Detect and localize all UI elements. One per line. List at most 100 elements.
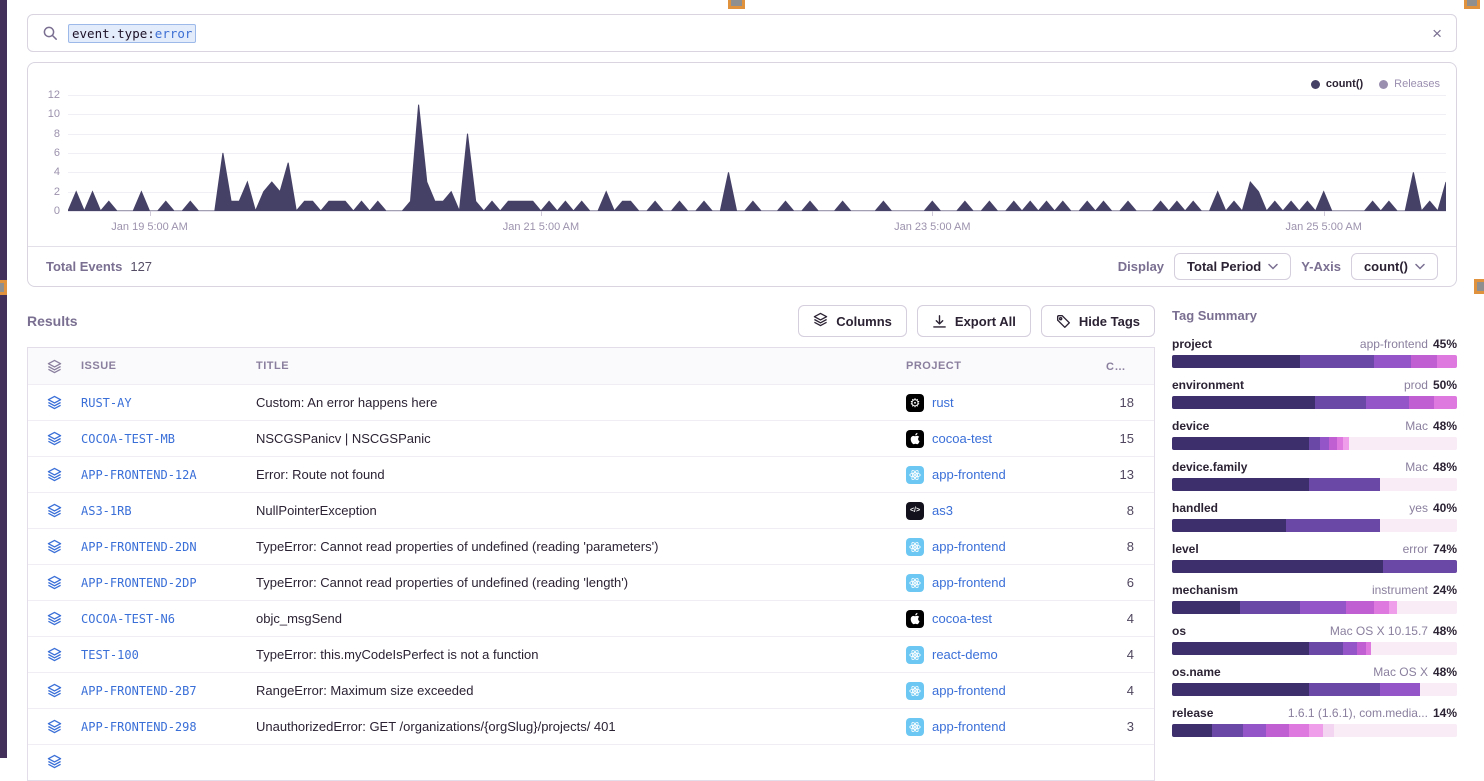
tag-bar-segment[interactable]: [1172, 478, 1309, 491]
tag-bar-segment[interactable]: [1380, 478, 1457, 491]
tag-bar-segment[interactable]: [1289, 724, 1309, 737]
project-link[interactable]: app-frontend: [932, 683, 1006, 698]
search-clear-icon[interactable]: ×: [1432, 25, 1442, 42]
tag-bar-segment[interactable]: [1240, 601, 1300, 614]
tag-distribution-bar[interactable]: [1172, 437, 1457, 450]
tag-bar-segment[interactable]: [1371, 642, 1457, 655]
issue-stack-icon[interactable]: [28, 539, 81, 554]
legend-item-releases[interactable]: Releases: [1379, 78, 1440, 90]
tag-distribution-bar[interactable]: [1172, 396, 1457, 409]
tag-bar-segment[interactable]: [1366, 396, 1409, 409]
search-query-token[interactable]: event.type:error: [68, 24, 196, 43]
tag-bar-segment[interactable]: [1434, 396, 1457, 409]
column-header-project[interactable]: PROJECT: [906, 360, 1106, 372]
tag-bar-segment[interactable]: [1343, 642, 1357, 655]
tag-bar-segment[interactable]: [1172, 396, 1315, 409]
issue-link[interactable]: APP-FRONTEND-2DP: [81, 576, 197, 590]
issue-stack-icon[interactable]: [28, 719, 81, 734]
tag-bar-segment[interactable]: [1320, 437, 1329, 450]
tag-bar-segment[interactable]: [1374, 601, 1388, 614]
tag-bar-segment[interactable]: [1411, 355, 1437, 368]
project-link[interactable]: cocoa-test: [932, 611, 992, 626]
project-link[interactable]: as3: [932, 503, 953, 518]
project-link[interactable]: cocoa-test: [932, 431, 992, 446]
project-link[interactable]: rust: [932, 395, 954, 410]
tag-bar-segment[interactable]: [1346, 601, 1375, 614]
issue-stack-icon[interactable]: [28, 647, 81, 662]
column-header-title[interactable]: TITLE: [256, 360, 906, 372]
tag-bar-segment[interactable]: [1172, 601, 1240, 614]
tag-bar-segment[interactable]: [1334, 724, 1457, 737]
issue-stack-icon[interactable]: [28, 503, 81, 518]
tag-bar-segment[interactable]: [1286, 519, 1380, 532]
project-link[interactable]: app-frontend: [932, 575, 1006, 590]
search-bar[interactable]: event.type:error ×: [27, 14, 1457, 52]
tag-bar-segment[interactable]: [1243, 724, 1266, 737]
tag-bar-segment[interactable]: [1266, 724, 1289, 737]
project-link[interactable]: app-frontend: [932, 467, 1006, 482]
crop-handle-top-right[interactable]: [1464, 0, 1480, 9]
tag-distribution-bar[interactable]: [1172, 355, 1457, 368]
tag-distribution-bar[interactable]: [1172, 724, 1457, 737]
tag-distribution-bar[interactable]: [1172, 601, 1457, 614]
tag-bar-segment[interactable]: [1437, 355, 1457, 368]
tag-bar-segment[interactable]: [1309, 683, 1380, 696]
tag-bar-segment[interactable]: [1300, 355, 1374, 368]
issue-icon-column-header[interactable]: [28, 359, 81, 374]
display-dropdown[interactable]: Total Period: [1174, 253, 1291, 280]
tag-distribution-bar[interactable]: [1172, 683, 1457, 696]
tag-bar-segment[interactable]: [1357, 642, 1366, 655]
issue-link[interactable]: COCOA-TEST-N6: [81, 612, 175, 626]
column-header-count[interactable]: COUNT()↓: [1106, 359, 1154, 373]
tag-bar-segment[interactable]: [1309, 724, 1323, 737]
tag-bar-segment[interactable]: [1172, 560, 1383, 573]
project-link[interactable]: app-frontend: [932, 719, 1006, 734]
issue-stack-icon[interactable]: [28, 395, 81, 410]
tag-distribution-bar[interactable]: [1172, 642, 1457, 655]
tag-bar-segment[interactable]: [1309, 642, 1343, 655]
project-link[interactable]: react-demo: [932, 647, 998, 662]
issue-link[interactable]: APP-FRONTEND-298: [81, 720, 197, 734]
tag-bar-segment[interactable]: [1172, 437, 1309, 450]
crop-handle-left-middle[interactable]: [0, 280, 7, 295]
tag-bar-segment[interactable]: [1383, 560, 1457, 573]
issue-link[interactable]: TEST-100: [81, 648, 139, 662]
issue-stack-icon[interactable]: [28, 683, 81, 698]
tag-bar-segment[interactable]: [1172, 519, 1286, 532]
tag-bar-segment[interactable]: [1323, 724, 1334, 737]
events-area-chart[interactable]: 024681012Jan 19 5:00 AMJan 21 5:00 AMJan…: [68, 95, 1446, 211]
hide-tags-button[interactable]: Hide Tags: [1041, 305, 1155, 337]
tag-bar-segment[interactable]: [1212, 724, 1243, 737]
issue-stack-icon[interactable]: [28, 575, 81, 590]
issue-link[interactable]: RUST-AY: [81, 396, 132, 410]
tag-distribution-bar[interactable]: [1172, 560, 1457, 573]
crop-handle-right-middle[interactable]: [1474, 279, 1484, 294]
legend-item-count[interactable]: count(): [1311, 78, 1363, 90]
tag-bar-segment[interactable]: [1172, 355, 1300, 368]
issue-link[interactable]: COCOA-TEST-MB: [81, 432, 175, 446]
tag-bar-segment[interactable]: [1309, 478, 1380, 491]
tag-bar-segment[interactable]: [1300, 601, 1346, 614]
issue-stack-icon[interactable]: [28, 611, 81, 626]
tag-bar-segment[interactable]: [1389, 601, 1398, 614]
crop-handle-top-center[interactable]: [728, 0, 745, 9]
tag-bar-segment[interactable]: [1172, 642, 1309, 655]
tag-bar-segment[interactable]: [1309, 437, 1320, 450]
tag-bar-segment[interactable]: [1374, 355, 1411, 368]
tag-bar-segment[interactable]: [1172, 724, 1212, 737]
tag-bar-segment[interactable]: [1397, 601, 1457, 614]
issue-link[interactable]: APP-FRONTEND-2B7: [81, 684, 197, 698]
yaxis-dropdown[interactable]: count(): [1351, 253, 1438, 280]
tag-bar-segment[interactable]: [1172, 683, 1309, 696]
export-all-button[interactable]: Export All: [917, 305, 1031, 337]
issue-link[interactable]: APP-FRONTEND-12A: [81, 468, 197, 482]
project-link[interactable]: app-frontend: [932, 539, 1006, 554]
tag-bar-segment[interactable]: [1315, 396, 1366, 409]
issue-link[interactable]: AS3-1RB: [81, 504, 132, 518]
issue-stack-icon[interactable]: [28, 467, 81, 482]
tag-bar-segment[interactable]: [1380, 519, 1457, 532]
column-header-issue[interactable]: ISSUE: [81, 360, 256, 372]
tag-distribution-bar[interactable]: [1172, 478, 1457, 491]
columns-button[interactable]: Columns: [798, 305, 907, 337]
issue-link[interactable]: APP-FRONTEND-2DN: [81, 540, 197, 554]
